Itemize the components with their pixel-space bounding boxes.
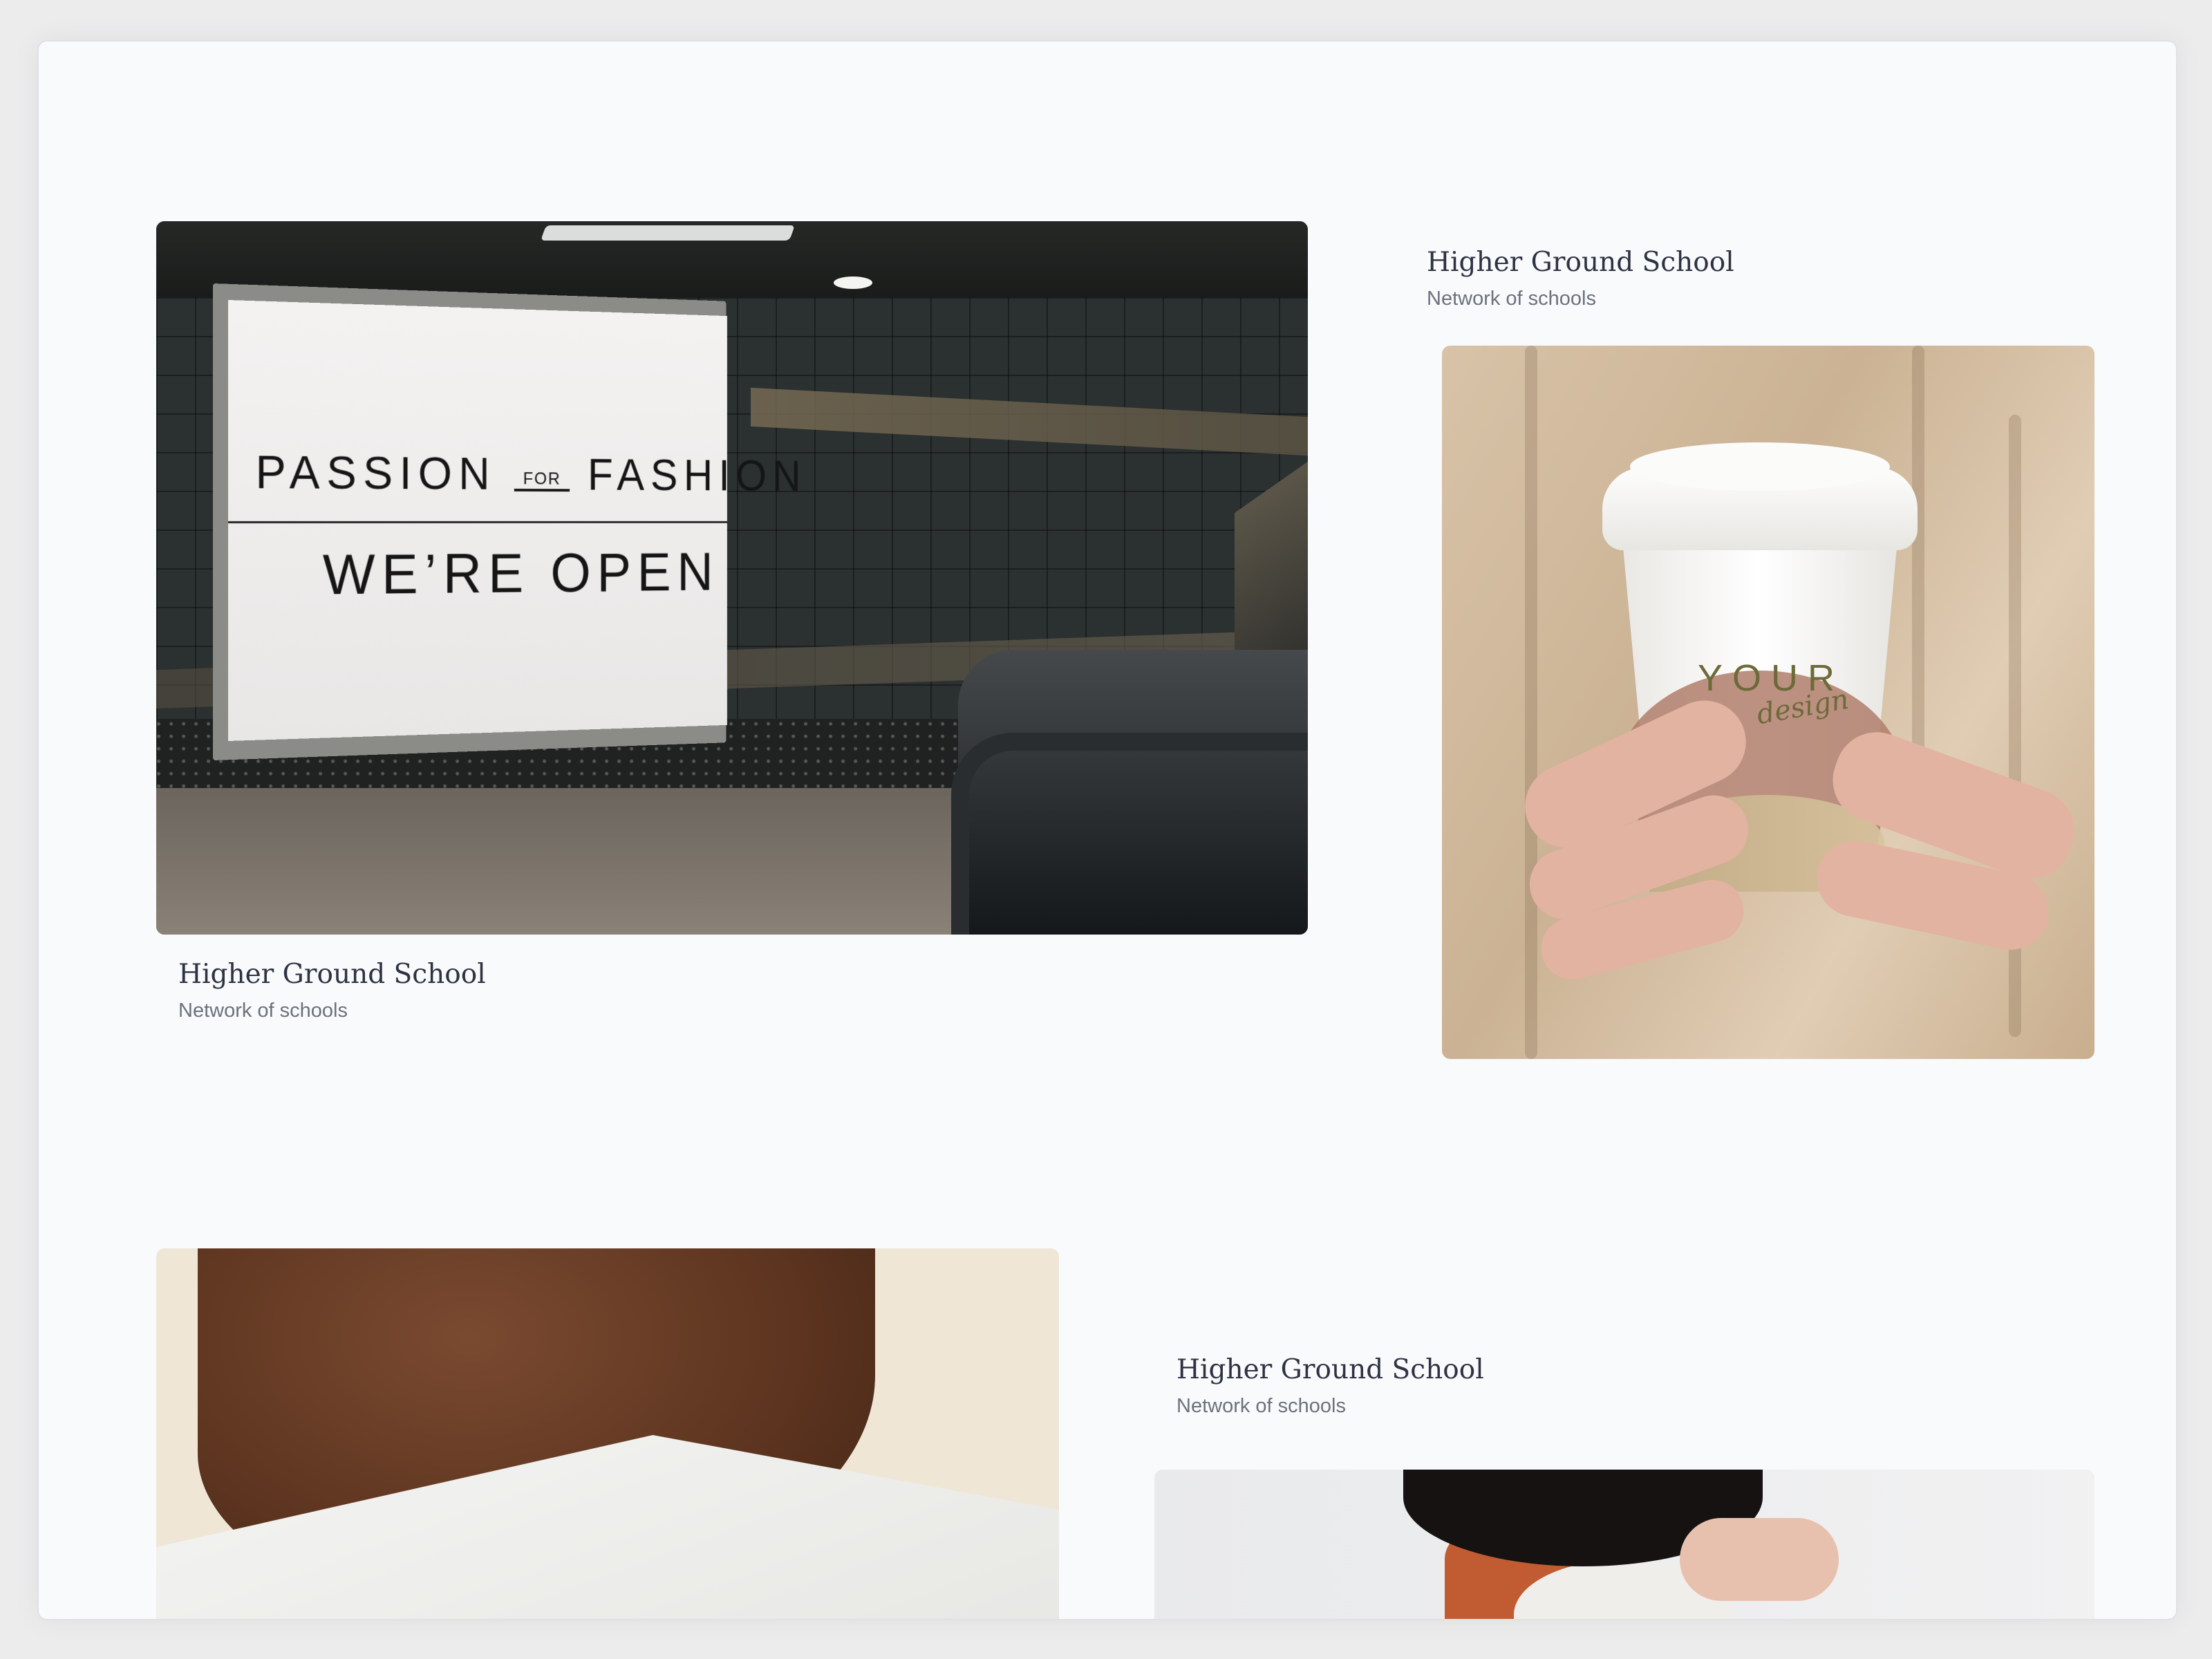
project-subtitle: Network of schools bbox=[178, 1000, 348, 1022]
project-caption-1: Higher Ground School Network of schools bbox=[178, 958, 486, 1023]
project-subtitle: Network of schools bbox=[1427, 288, 1596, 310]
billboard-poster: PASSION FOR FASHION WE’RE OPEN bbox=[228, 300, 807, 741]
billboard-were-open: WE’RE OPEN bbox=[322, 541, 720, 607]
billboard-word-for: FOR bbox=[514, 468, 570, 492]
escalator-handrail bbox=[951, 733, 1308, 935]
project-caption-3: Higher Ground School Network of schools bbox=[1177, 1353, 1484, 1418]
project-subtitle: Network of schools bbox=[1177, 1395, 1346, 1417]
project-image-billboard[interactable]: PASSION FOR FASHION WE’RE OPEN bbox=[156, 221, 1308, 935]
portfolio-window: PASSION FOR FASHION WE’RE OPEN Higher Gr… bbox=[37, 40, 2177, 1620]
billboard-word-fashion: FASHION bbox=[587, 449, 807, 500]
billboard-divider bbox=[228, 521, 727, 523]
project-image-tshirt[interactable] bbox=[156, 1248, 1059, 1619]
project-title[interactable]: Higher Ground School bbox=[1427, 246, 1734, 279]
project-image-coffee-cup[interactable]: YOUR design bbox=[1442, 346, 2094, 1059]
hand bbox=[1680, 1518, 1839, 1601]
project-image-backpack[interactable] bbox=[1154, 1470, 2094, 1619]
ceiling-spotlight bbox=[834, 276, 872, 289]
project-title[interactable]: Higher Ground School bbox=[1177, 1353, 1484, 1387]
project-caption-2: Higher Ground School Network of schools bbox=[1427, 246, 1734, 311]
billboard-word-passion: PASSION bbox=[255, 446, 496, 500]
ceiling-light bbox=[540, 225, 796, 241]
project-title[interactable]: Higher Ground School bbox=[178, 958, 486, 991]
